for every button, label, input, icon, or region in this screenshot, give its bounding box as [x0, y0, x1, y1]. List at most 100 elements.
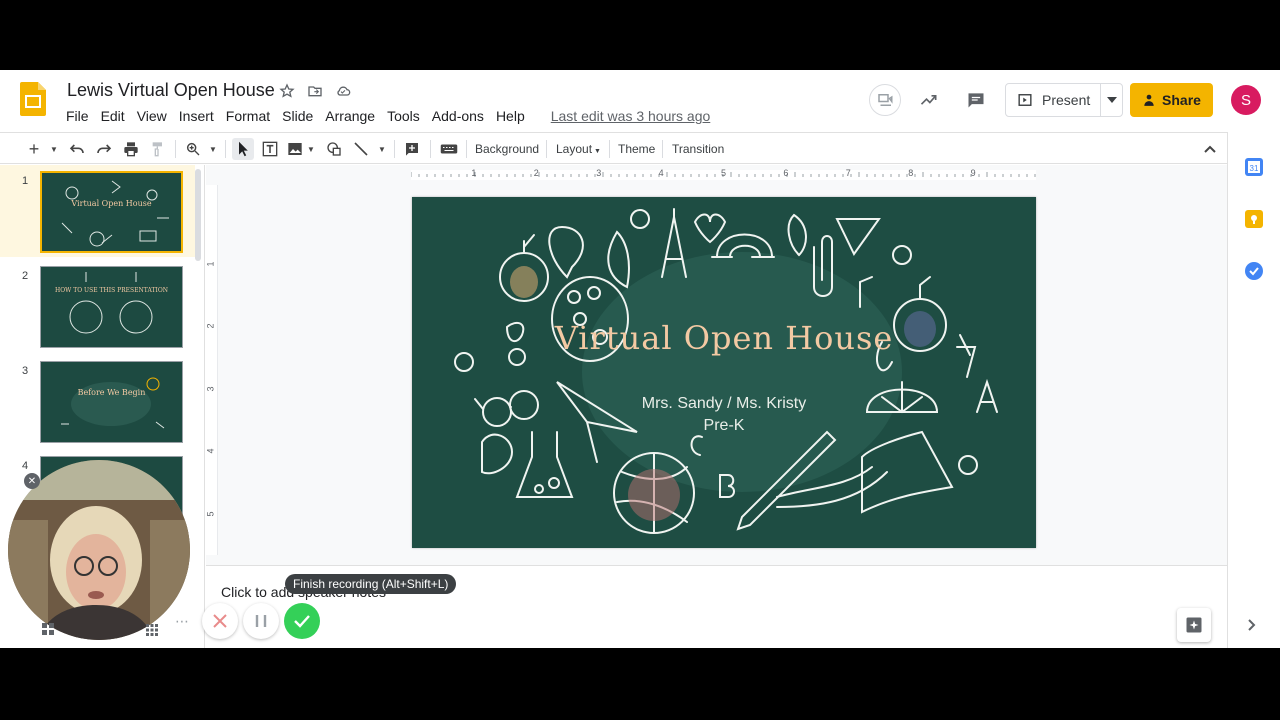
- toolbar-divider: [609, 140, 610, 158]
- transition-button[interactable]: Transition: [672, 142, 724, 156]
- checkmark-icon: [294, 615, 310, 628]
- move-folder-icon[interactable]: [306, 82, 324, 100]
- slide-number: 2: [22, 270, 29, 282]
- cloud-saved-icon[interactable]: [334, 82, 352, 100]
- menu-edit[interactable]: Edit: [95, 106, 131, 126]
- cancel-recording-button[interactable]: [202, 603, 238, 639]
- recording-more-options-icon[interactable]: ⋯: [169, 608, 195, 634]
- explore-button[interactable]: [1177, 608, 1211, 642]
- menu-format[interactable]: Format: [220, 106, 276, 126]
- cancel-x-icon: [213, 614, 227, 628]
- side-panel: 31: [1227, 132, 1280, 648]
- expand-side-panel-chevron-icon[interactable]: [1248, 618, 1256, 636]
- zoom-icon[interactable]: [184, 140, 202, 158]
- slide-subtitle-names[interactable]: Mrs. Sandy / Ms. Kristy: [412, 395, 1036, 413]
- horizontal-ruler[interactable]: [411, 170, 1036, 180]
- share-person-icon: [1144, 94, 1154, 106]
- menu-bar: File Edit View Insert Format Slide Arran…: [60, 106, 716, 126]
- layout-chevron-icon: ▼: [592, 148, 601, 155]
- toolbar-divider: [225, 140, 226, 158]
- print-icon[interactable]: [122, 140, 140, 158]
- slide-thumbnail-3[interactable]: 3 Before We Begin: [0, 355, 195, 447]
- image-chevron-icon[interactable]: ▼: [306, 140, 316, 158]
- paint-format-icon[interactable]: [149, 140, 167, 158]
- select-cursor-icon[interactable]: [232, 138, 254, 160]
- menu-insert[interactable]: Insert: [173, 106, 220, 126]
- undo-icon[interactable]: [68, 140, 86, 158]
- text-box-icon[interactable]: [261, 140, 279, 158]
- present-options-chevron-icon[interactable]: [1100, 84, 1122, 116]
- calendar-icon[interactable]: 31: [1245, 158, 1263, 176]
- slide-number: 1: [22, 175, 29, 187]
- keep-icon[interactable]: [1245, 210, 1263, 228]
- menu-addons[interactable]: Add-ons: [426, 106, 490, 126]
- menu-view[interactable]: View: [131, 106, 173, 126]
- collapse-toolbar-chevron-up-icon[interactable]: [1202, 140, 1218, 158]
- close-webcam-icon[interactable]: ✕: [24, 473, 40, 489]
- slide-subtitle-grade[interactable]: Pre-K: [412, 417, 1036, 435]
- pause-icon: [255, 615, 267, 627]
- present-button[interactable]: Present: [1005, 83, 1123, 117]
- document-title[interactable]: Lewis Virtual Open House: [67, 80, 275, 101]
- explore-sparkle-icon: [1186, 617, 1202, 633]
- slide-editor-canvas: 12345678912345 Virtual Open House Mrs. S…: [206, 165, 1227, 565]
- comments-icon[interactable]: [960, 84, 992, 116]
- present-icon: [1018, 94, 1032, 106]
- tasks-icon[interactable]: [1245, 262, 1263, 280]
- add-comment-icon[interactable]: [403, 140, 421, 158]
- thumb-circles: [69, 272, 153, 334]
- vertical-ruler[interactable]: [206, 185, 218, 555]
- toolbar-divider: [430, 140, 431, 158]
- thumbnail-image: Virtual Open House: [40, 171, 183, 253]
- background-button[interactable]: Background: [475, 142, 539, 156]
- thumbnail-image: Before We Begin: [40, 361, 183, 443]
- toolbar-divider: [466, 140, 467, 158]
- share-button[interactable]: Share: [1130, 83, 1213, 117]
- menu-slide[interactable]: Slide: [276, 106, 319, 126]
- theme-button[interactable]: Theme: [618, 142, 655, 156]
- slide-thumbnail-2[interactable]: 2 HOW TO USE THIS PRESENTATION: [0, 260, 195, 352]
- thumb-blob: [61, 377, 165, 429]
- filmstrip-grid-icon[interactable]: [146, 623, 158, 636]
- slides-logo-icon[interactable]: [20, 82, 46, 116]
- filmstrip-scrollbar[interactable]: [195, 169, 201, 261]
- new-slide-plus-icon[interactable]: +: [26, 139, 42, 159]
- slide-number: 3: [22, 365, 29, 377]
- meeting-present-icon[interactable]: [869, 84, 901, 116]
- line-chevron-icon[interactable]: ▼: [377, 140, 387, 158]
- account-avatar[interactable]: S: [1231, 85, 1261, 115]
- activity-dashboard-icon[interactable]: [913, 84, 945, 116]
- menu-help[interactable]: Help: [490, 106, 531, 126]
- slides-app-window: Lewis Virtual Open House File Edit View …: [0, 70, 1280, 648]
- shape-icon[interactable]: [325, 140, 343, 158]
- menu-tools[interactable]: Tools: [381, 106, 426, 126]
- slide-thumbnail-1[interactable]: 1 Virtual Open House: [0, 165, 195, 257]
- share-label: Share: [1162, 92, 1201, 108]
- thumbnail-title: Virtual Open House: [71, 199, 152, 208]
- slide-title[interactable]: Virtual Open House: [412, 319, 1036, 357]
- zoom-chevron-icon[interactable]: ▼: [207, 140, 219, 158]
- layout-label: Layout: [556, 142, 593, 156]
- pause-recording-button[interactable]: [243, 603, 279, 639]
- last-edit-link[interactable]: Last edit was 3 hours ago: [545, 106, 717, 126]
- toolbar-divider: [394, 140, 395, 158]
- layout-button[interactable]: Layout ▼: [556, 142, 601, 156]
- toolbar-divider: [662, 140, 663, 158]
- toolbar-divider: [175, 140, 176, 158]
- new-slide-layout-chevron-icon[interactable]: ▼: [48, 140, 60, 158]
- chalk-doodles-thumb: [61, 180, 169, 247]
- line-icon[interactable]: [352, 140, 370, 158]
- chalk-doodle-illustrations: [454, 208, 998, 534]
- menu-arrange[interactable]: Arrange: [319, 106, 381, 126]
- insert-image-icon[interactable]: [286, 140, 304, 158]
- grid-view-icon[interactable]: [42, 622, 54, 635]
- svg-text:31: 31: [1250, 164, 1259, 173]
- thumbnail-image: HOW TO USE THIS PRESENTATION: [40, 266, 183, 348]
- finish-recording-tooltip: Finish recording (Alt+Shift+L): [285, 574, 457, 594]
- finish-recording-button[interactable]: [284, 603, 320, 639]
- redo-icon[interactable]: [95, 140, 113, 158]
- input-tools-keyboard-icon[interactable]: [439, 140, 459, 158]
- star-icon[interactable]: [278, 82, 296, 100]
- current-slide[interactable]: Virtual Open House Mrs. Sandy / Ms. Kris…: [412, 197, 1036, 548]
- menu-file[interactable]: File: [60, 106, 95, 126]
